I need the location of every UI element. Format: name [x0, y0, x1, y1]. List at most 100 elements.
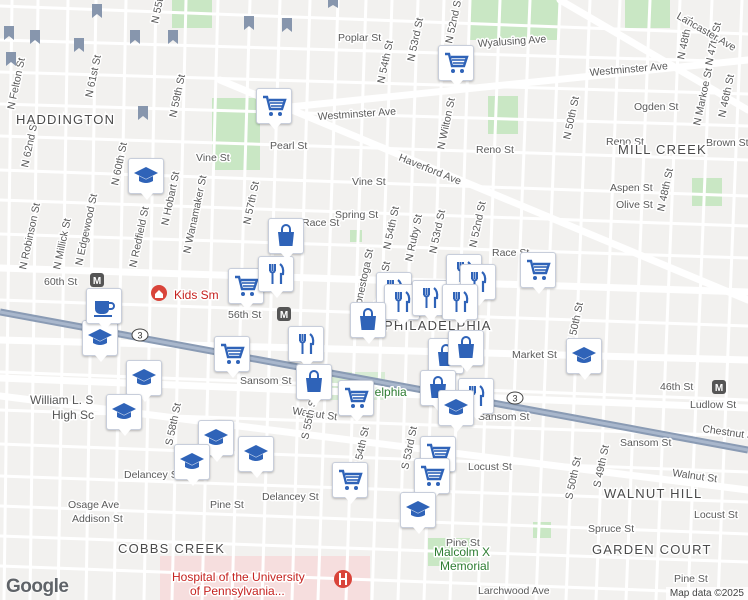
grocery-cart-marker[interactable] — [414, 458, 450, 500]
grocery-cart-marker[interactable] — [438, 45, 474, 87]
graduation-cap-icon — [112, 403, 136, 419]
street-label: Poplar St — [338, 32, 381, 44]
restaurant-marker[interactable] — [258, 256, 294, 298]
hospital-icon[interactable] — [334, 570, 352, 588]
shopping-bag-icon — [306, 370, 322, 392]
shopping-cart-icon — [527, 259, 551, 280]
street-label: N Ruby St — [403, 213, 425, 262]
street-label: N Millick St — [51, 217, 74, 270]
street-label: Market St — [512, 349, 557, 361]
shopping-cart-icon — [345, 387, 369, 408]
metro-station-icon[interactable]: M — [712, 380, 726, 394]
street-label: Delancey St — [124, 469, 181, 481]
fork-knife-icon — [423, 287, 439, 308]
school-marker[interactable] — [400, 492, 436, 534]
street-label: Brown St — [706, 137, 748, 149]
school-label: William L. S — [30, 393, 93, 407]
school-marker[interactable] — [238, 436, 274, 478]
graduation-cap-icon — [134, 167, 158, 183]
metro-station-icon[interactable]: M — [90, 273, 104, 287]
street-label: N 54th St — [375, 39, 396, 84]
street-label: Olive St — [616, 199, 653, 211]
graduation-cap-icon — [572, 347, 596, 363]
street-label: Ogden St — [634, 101, 678, 113]
grocery-cart-marker[interactable] — [214, 336, 250, 378]
school-marker[interactable] — [566, 338, 602, 380]
school-marker[interactable] — [106, 394, 142, 436]
school-marker[interactable] — [438, 390, 474, 432]
park-area — [470, 0, 560, 40]
street-label: Pine St — [674, 573, 708, 585]
school-marker[interactable] — [128, 158, 164, 200]
area-label: COBBS CREEK — [118, 541, 225, 556]
shopping-bag-icon — [360, 308, 376, 330]
hospital-label: Hospital of the University — [172, 570, 305, 584]
street-label: 46th St — [660, 381, 693, 393]
school-marker[interactable] — [126, 360, 162, 402]
street-label: N Felton St — [5, 57, 28, 111]
grocery-cart-marker[interactable] — [332, 462, 368, 504]
area-label: GARDEN COURT — [592, 542, 712, 557]
street-label: N 60th St — [109, 141, 130, 186]
shopping-bag-marker[interactable] — [268, 218, 304, 260]
school-marker[interactable] — [174, 444, 210, 486]
svg-text:3: 3 — [137, 331, 142, 341]
shopping-bag-marker[interactable] — [448, 330, 484, 372]
shopping-bag-marker[interactable] — [350, 302, 386, 344]
street-label: N 50th St — [561, 95, 582, 140]
park-label: Malcolm X — [434, 545, 490, 559]
shopping-bag-marker[interactable] — [296, 364, 332, 406]
shopping-bag-icon — [278, 224, 294, 246]
street-label: 56th St — [228, 309, 261, 321]
graduation-cap-icon — [406, 501, 430, 517]
cafe-marker[interactable] — [86, 288, 122, 330]
shopping-cart-icon — [421, 465, 445, 486]
grocery-cart-marker[interactable] — [256, 88, 292, 130]
street-label: 60th St — [44, 276, 77, 288]
street-label: Spring St — [335, 209, 378, 221]
coffee-cup-icon — [94, 301, 115, 317]
svg-text:M: M — [93, 276, 101, 287]
grocery-cart-marker[interactable] — [338, 380, 374, 422]
street-label: Vine St — [352, 176, 386, 188]
street-label: Osage Ave — [68, 499, 119, 511]
street-label: Pine St — [210, 499, 244, 511]
kids-health-icon[interactable] — [151, 285, 167, 301]
street-label: S 58th St — [163, 402, 184, 447]
kids-place-label: Kids Sm — [174, 288, 219, 302]
street-label: S 50th St — [563, 456, 584, 501]
street-label: N 53rd St — [405, 17, 426, 63]
restaurant-marker[interactable] — [442, 284, 478, 326]
restaurant-marker[interactable] — [288, 326, 324, 368]
graduation-cap-icon — [132, 369, 156, 385]
svg-text:M: M — [280, 310, 288, 321]
route-3-shield-east: 3 — [506, 391, 524, 405]
park-area — [692, 178, 722, 206]
street-label: Sansom St — [620, 437, 671, 449]
school-label: High Sc — [52, 408, 94, 422]
shopping-bag-icon — [458, 336, 474, 358]
street-label: Race St — [302, 217, 339, 229]
street-label: Reno St — [476, 144, 514, 156]
map-attribution: Map data ©2025 — [665, 587, 748, 600]
fork-knife-icon — [453, 291, 469, 312]
shopping-cart-icon — [445, 52, 469, 73]
street-label: Addison St — [72, 513, 123, 525]
street-label: Westminster Ave — [589, 60, 668, 79]
street-label: N 52nd St — [467, 200, 488, 248]
street-label: Larchwood Ave — [478, 585, 550, 597]
street-label: Haverford Ave — [397, 152, 463, 188]
street-label: N Wanamaker St — [181, 174, 209, 254]
street-label: Delancey St — [262, 491, 319, 503]
street-label: Pearl St — [270, 140, 307, 152]
metro-station-icon[interactable]: M — [277, 307, 291, 321]
shopping-cart-icon — [235, 275, 259, 296]
area-label: MILL CREEK — [618, 142, 707, 157]
street-label: Spruce St — [588, 523, 634, 535]
park-label: Memorial — [440, 559, 489, 573]
street-label: Ludlow St — [690, 399, 736, 411]
shopping-cart-icon — [339, 469, 363, 490]
shopping-cart-icon — [221, 343, 245, 364]
grocery-cart-marker[interactable] — [520, 252, 556, 294]
graduation-cap-icon — [244, 445, 268, 461]
